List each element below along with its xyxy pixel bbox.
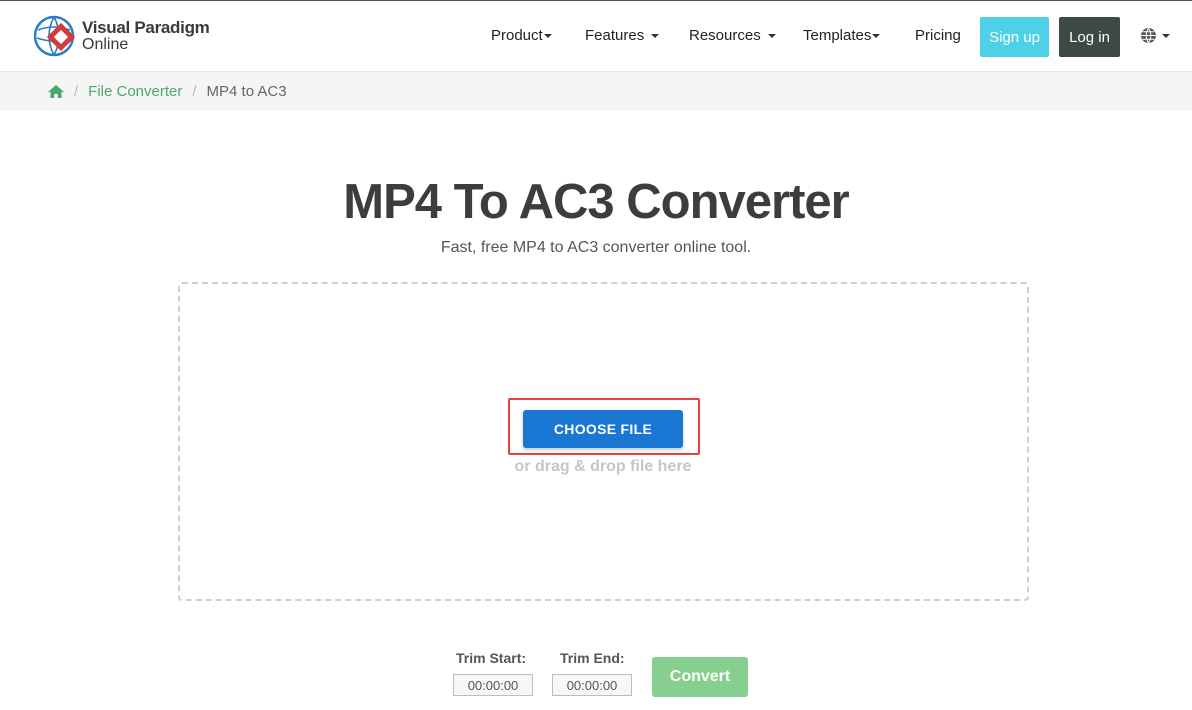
nav-features-label: Features: [585, 27, 645, 44]
chevron-down-icon: [767, 34, 776, 39]
nav-templates-label: Templates: [803, 27, 872, 44]
breadcrumb-separator: /: [74, 83, 79, 100]
page-subtitle: Fast, free MP4 to AC3 converter online t…: [440, 239, 752, 256]
nav-product-label: Product: [491, 27, 543, 44]
nav-resources[interactable]: Resources: [689, 27, 776, 44]
nav-product[interactable]: Product: [491, 27, 552, 44]
breadcrumb: / File Converter / MP4 to AC3: [0, 72, 1192, 111]
page-title: MP4 To AC3 Converter: [343, 175, 849, 229]
nav-templates[interactable]: Templates: [803, 27, 881, 44]
breadcrumb-file-converter[interactable]: File Converter: [88, 83, 182, 100]
trim-end-label: Trim End:: [560, 650, 625, 666]
nav-features[interactable]: Features: [585, 27, 660, 44]
language-selector[interactable]: [1140, 27, 1170, 44]
trim-start-input[interactable]: [453, 674, 533, 696]
nav-pricing-label: Pricing: [915, 27, 961, 44]
drag-drop-hint: or drag & drop file here: [514, 458, 692, 475]
logo-title: Visual Paradigm: [82, 18, 210, 37]
login-button[interactable]: Log in: [1059, 17, 1120, 57]
breadcrumb-home[interactable]: [48, 85, 64, 98]
logo[interactable]: Visual Paradigm Online: [34, 14, 210, 58]
logo-subtitle: Online: [82, 36, 129, 53]
choose-file-button[interactable]: CHOOSE FILE: [523, 410, 683, 448]
site-header: Visual Paradigm Online Product Features …: [0, 0, 1192, 72]
chevron-down-icon: [1162, 33, 1170, 38]
trim-end-input[interactable]: [552, 674, 632, 696]
chevron-down-icon: [872, 34, 881, 39]
signup-button[interactable]: Sign up: [980, 17, 1049, 57]
chevron-down-icon: [651, 34, 660, 39]
nav-resources-label: Resources: [689, 27, 761, 44]
logo-icon: [34, 15, 76, 57]
breadcrumb-current: MP4 to AC3: [206, 83, 287, 100]
nav-pricing[interactable]: Pricing: [915, 27, 961, 44]
convert-button[interactable]: Convert: [652, 657, 748, 697]
trim-start-label: Trim Start:: [456, 650, 527, 666]
home-icon: [48, 85, 64, 98]
chevron-down-icon: [543, 34, 552, 39]
globe-icon: [1141, 27, 1156, 44]
breadcrumb-separator: /: [192, 83, 197, 100]
